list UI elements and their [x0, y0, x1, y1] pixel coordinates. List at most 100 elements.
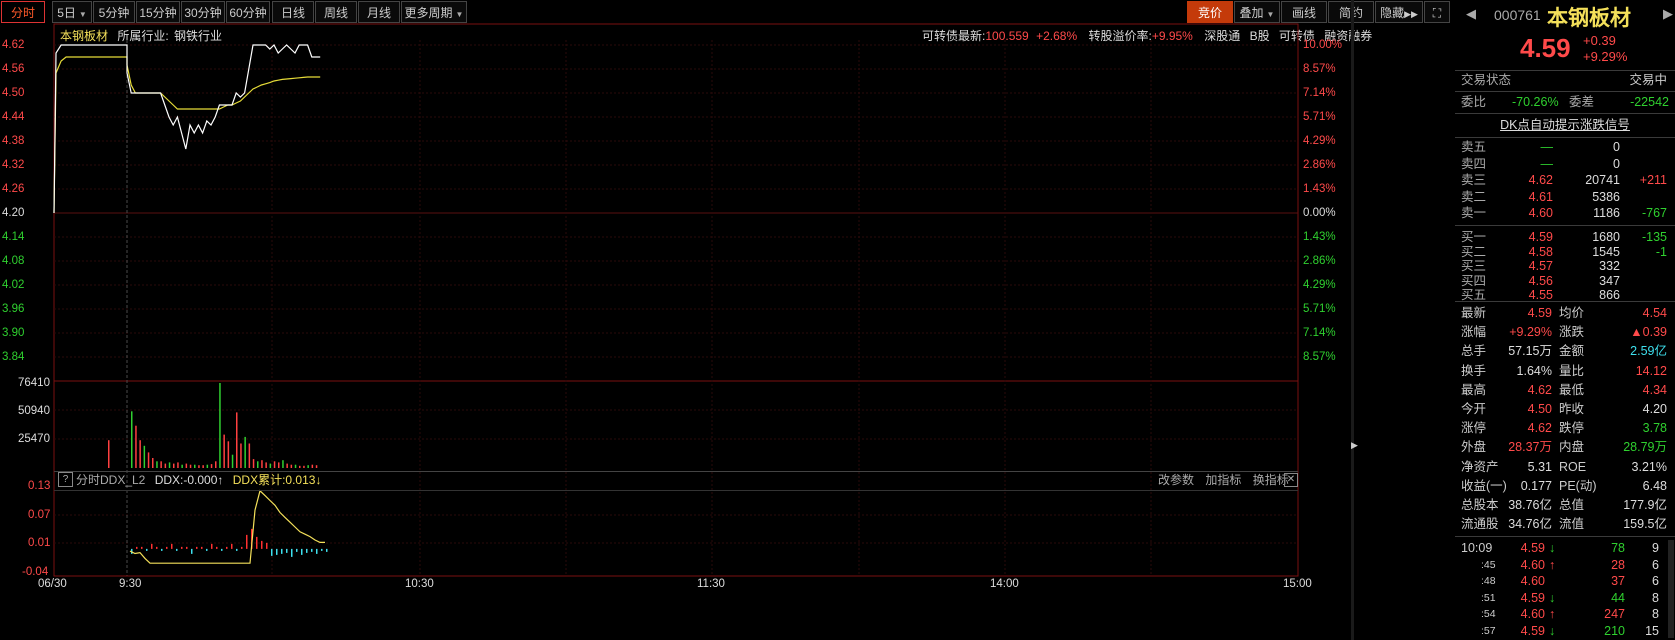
ask-row: 卖四 — 0 [1457, 156, 1673, 173]
chart-frame [53, 23, 1299, 577]
tick-scrollbar[interactable] [1668, 540, 1674, 638]
order-price: 4.61 [1528, 189, 1553, 204]
last-price: 4.59 [1520, 33, 1571, 63]
ddx-value: DDX:-0.000↑ [154, 473, 224, 487]
volume-bar [198, 465, 200, 468]
tick-time: :48 [1481, 575, 1496, 588]
stat-label: 外盘 [1461, 440, 1487, 455]
stat-label: 内盘 [1559, 440, 1585, 455]
volume-bar [223, 434, 225, 468]
stat-value: 34.76亿 [1508, 517, 1552, 532]
prev-stock-button[interactable]: ◀ [1466, 6, 1476, 22]
ddx-tick-label: 0.01 [28, 537, 51, 549]
price-line [53, 44, 321, 214]
tick-time: 10:09 [1461, 541, 1493, 555]
stat-value: 177.9亿 [1623, 498, 1667, 512]
tick-time: :51 [1481, 591, 1496, 604]
volume-bar [215, 461, 217, 468]
order-level-label: 卖三 [1461, 173, 1487, 187]
stat-row: 涨停 4.62 跌停 3.78 [1457, 420, 1673, 437]
panel-splitter[interactable] [1351, 0, 1354, 640]
ddx-bar [276, 548, 278, 555]
webi-label: 委比 [1461, 95, 1487, 109]
volume-bar [265, 462, 267, 468]
next-stock-button[interactable]: ▶ [1663, 6, 1673, 22]
stat-label: 涨跌 [1559, 325, 1585, 340]
stat-label: 最低 [1559, 382, 1585, 397]
webi-value: -70.26% [1512, 95, 1559, 109]
ddx-bar [196, 546, 198, 549]
ddx-bar [241, 546, 243, 549]
volume-bar [240, 443, 242, 468]
close-indicator-button[interactable]: ✕ [1284, 473, 1298, 487]
time-tick-label: 06/30 [38, 578, 67, 590]
stat-label: PE(动) [1559, 478, 1597, 493]
volume-bar [147, 452, 150, 468]
tick-count: 9 [1652, 541, 1659, 555]
order-volume: 0 [1613, 156, 1620, 171]
status-value: 交易中 [1629, 73, 1667, 87]
ddx-bar [261, 540, 263, 549]
volume-bar [286, 463, 288, 468]
ddx-bar [186, 546, 188, 549]
status-label: 交易状态 [1461, 73, 1512, 87]
ddx-bar [306, 548, 308, 553]
ask-row: 卖五 — 0 [1457, 139, 1673, 156]
stat-row: 今开 4.50 昨收 4.20 [1457, 401, 1673, 418]
ddx-cumulative-line [129, 489, 325, 564]
ddx-bar [321, 548, 323, 551]
order-volume: 5386 [1592, 189, 1620, 204]
ddx-bar [206, 548, 208, 551]
stat-row: 换手 1.64% 量比 14.12 [1457, 363, 1673, 380]
time-tick-label: 11:30 [697, 578, 725, 590]
ddx-bar [316, 548, 318, 554]
volume-bar [294, 464, 297, 468]
order-volume: 1186 [1593, 206, 1620, 220]
volume-bar [252, 459, 255, 468]
stat-value: 28.79万 [1623, 440, 1667, 455]
volume-bar [299, 465, 301, 468]
help-button[interactable]: ? [58, 472, 73, 487]
stat-label: 最高 [1461, 382, 1487, 397]
ddx-bar [211, 543, 213, 549]
volume-bar [135, 425, 137, 468]
stat-row: 最新 4.59 均价 4.54 [1457, 305, 1673, 322]
ddx-bar [326, 548, 328, 552]
stat-value: 3.21% [1631, 459, 1667, 474]
stat-value: 1.64% [1516, 363, 1552, 378]
time-tick-label: 9:30 [119, 578, 142, 590]
ddx-bar [266, 542, 268, 549]
add-indicator-button[interactable]: 加指标 [1205, 473, 1241, 487]
price-change-pct: +9.29% [1583, 49, 1628, 64]
volume-bar [206, 464, 209, 468]
stat-value: 159.5亿 [1623, 517, 1667, 532]
tick-volume: 28 [1611, 557, 1625, 572]
tick-count: 8 [1652, 607, 1659, 622]
ddx-title[interactable]: 分时DDX_L2 [76, 473, 145, 487]
signal-link[interactable]: DK点自动提示涨跌信号 [1457, 117, 1673, 134]
stat-value: 0.177 [1520, 478, 1552, 493]
chart-canvas[interactable] [0, 0, 1350, 640]
tick-time: :54 [1481, 608, 1496, 621]
tick-count: 8 [1652, 590, 1659, 605]
tick-count: 6 [1652, 574, 1659, 589]
volume-bar [139, 440, 141, 468]
volume-bar [311, 464, 314, 468]
stat-value: 4.20 [1642, 402, 1667, 416]
stat-row: 净资产 5.31 ROE 3.21% [1457, 459, 1673, 476]
ddx-bar [236, 548, 238, 551]
stat-value: 14.12 [1635, 363, 1667, 378]
order-change: +211 [1639, 173, 1667, 187]
tick-row: :51 4.59 ↓ 44 8 [1457, 590, 1673, 607]
volume-bar [143, 445, 146, 468]
webi-row: 委比 -70.26% 委差 -22542 [1457, 94, 1673, 111]
volume-bar [278, 462, 280, 468]
stat-value: 6.48 [1642, 478, 1667, 493]
stat-label: 涨幅 [1461, 325, 1487, 340]
modify-params-button[interactable]: 改参数 [1158, 473, 1194, 487]
stat-label: 换手 [1461, 363, 1487, 378]
collapse-arrow-icon[interactable]: ▶ [1351, 440, 1358, 470]
stat-label: 总股本 [1461, 498, 1499, 512]
tick-count: 15 [1645, 624, 1659, 638]
volume-bar [108, 440, 110, 468]
